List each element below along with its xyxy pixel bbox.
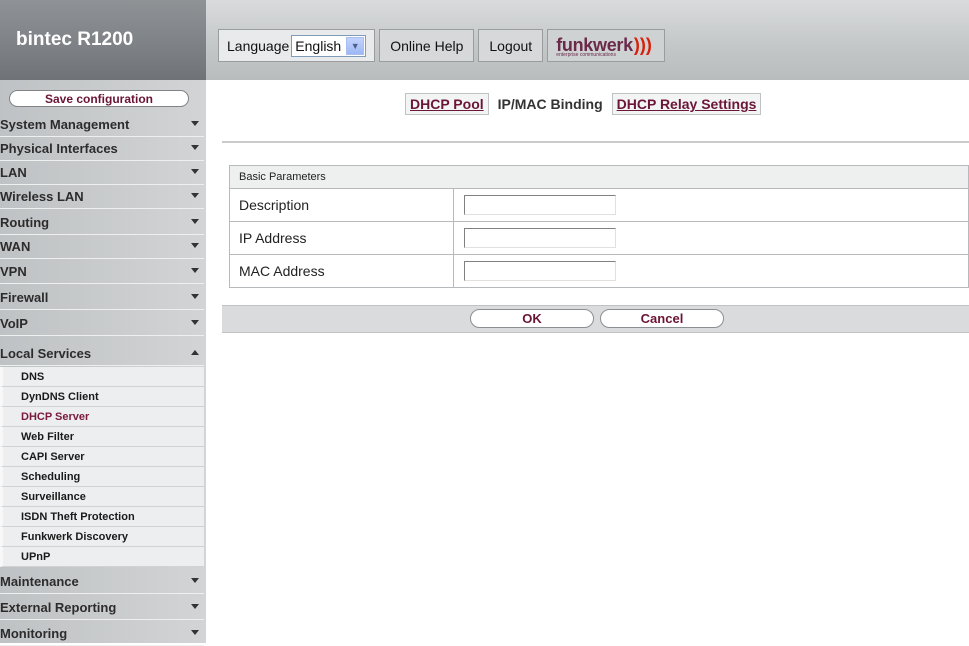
chevron-down-icon xyxy=(191,145,199,150)
save-configuration-button[interactable]: Save configuration xyxy=(9,90,189,107)
language-select[interactable]: English ▼ xyxy=(291,34,367,57)
ip-address-input[interactable] xyxy=(464,228,616,248)
menu-label: External Reporting xyxy=(0,600,117,615)
menu-voip[interactable]: VoIP xyxy=(0,312,204,336)
submenu-dhcp-server[interactable]: DHCP Server xyxy=(0,407,204,427)
chevron-down-icon xyxy=(191,630,199,635)
menu-system-management[interactable]: System Management xyxy=(0,113,204,137)
chevron-down-icon xyxy=(191,193,199,198)
online-help-label: Online Help xyxy=(390,37,464,54)
section-title: Basic Parameters xyxy=(230,166,968,189)
menu-label: Physical Interfaces xyxy=(0,141,118,156)
header: bintec R1200 Language English ▼ Online H… xyxy=(0,0,969,80)
logout-link[interactable]: Logout xyxy=(478,29,544,62)
submenu-surveillance[interactable]: Surveillance xyxy=(0,487,204,507)
language-label: Language xyxy=(227,37,290,54)
language-value: English xyxy=(295,37,342,54)
chevron-down-icon xyxy=(191,294,199,299)
submenu-upnp[interactable]: UPnP xyxy=(0,547,204,567)
menu-external-reporting[interactable]: External Reporting xyxy=(0,596,204,620)
logout-label: Logout xyxy=(489,37,533,54)
language-box: Language English ▼ xyxy=(218,29,376,62)
menu-wan[interactable]: WAN xyxy=(0,235,204,259)
menu-label: VoIP xyxy=(0,316,28,331)
tab-dhcp-pool[interactable]: DHCP Pool xyxy=(405,93,489,115)
submenu-dns[interactable]: DNS xyxy=(0,367,204,387)
basic-parameters-table: Basic Parameters Description IP Address … xyxy=(229,165,969,288)
menu-vpn[interactable]: VPN xyxy=(0,260,204,284)
submenu-web-filter[interactable]: Web Filter xyxy=(0,427,204,447)
menu-local-services[interactable]: Local Services xyxy=(0,342,204,366)
menu-label: VPN xyxy=(0,264,27,279)
header-bar: Language English ▼ Online Help Logout fu… xyxy=(218,29,665,62)
chevron-down-icon xyxy=(191,243,199,248)
menu-label: System Management xyxy=(0,117,130,132)
menu-wireless-lan[interactable]: Wireless LAN xyxy=(0,185,204,209)
menu-maintenance[interactable]: Maintenance xyxy=(0,570,204,594)
submenu-isdn-theft-protection[interactable]: ISDN Theft Protection xyxy=(0,507,204,527)
menu-label: Maintenance xyxy=(0,574,79,589)
submenu-funkwerk-discovery[interactable]: Funkwerk Discovery xyxy=(0,527,204,547)
menu-label: Wireless LAN xyxy=(0,189,84,204)
mac-address-input[interactable] xyxy=(464,261,616,281)
field-label: Description xyxy=(230,189,454,221)
menu-label: Local Services xyxy=(0,346,92,361)
chevron-down-icon[interactable]: ▼ xyxy=(346,36,365,55)
logo-waves-icon: ))) xyxy=(633,35,652,55)
field-label: MAC Address xyxy=(230,255,454,287)
brand-panel: bintec R1200 xyxy=(0,0,206,80)
tab-bar: DHCP Pool IP/MAC Binding DHCP Relay Sett… xyxy=(405,92,765,116)
brand-title: bintec R1200 xyxy=(16,29,134,50)
field-value-cell xyxy=(454,255,968,287)
chevron-up-icon xyxy=(191,350,199,355)
menu-label: Routing xyxy=(0,215,50,230)
menu-label: Monitoring xyxy=(0,626,68,641)
chevron-down-icon xyxy=(191,578,199,583)
field-label: IP Address xyxy=(230,222,454,254)
cancel-button[interactable]: Cancel xyxy=(600,309,724,328)
menu-monitoring[interactable]: Monitoring xyxy=(0,622,204,646)
form-row: IP Address xyxy=(230,222,968,255)
menu-label: WAN xyxy=(0,239,31,254)
chevron-down-icon xyxy=(191,121,199,126)
chevron-down-icon xyxy=(191,219,199,224)
menu-routing[interactable]: Routing xyxy=(0,211,204,235)
field-value-cell xyxy=(454,222,968,254)
menu-firewall[interactable]: Firewall xyxy=(0,286,204,310)
form-row: Description xyxy=(230,189,968,222)
field-value-cell xyxy=(454,189,968,221)
chevron-down-icon xyxy=(191,320,199,325)
chevron-down-icon xyxy=(191,169,199,174)
description-input[interactable] xyxy=(464,195,616,215)
tab-dhcp-relay-settings[interactable]: DHCP Relay Settings xyxy=(611,93,762,115)
ok-button[interactable]: OK xyxy=(470,309,594,328)
menu-lan[interactable]: LAN xyxy=(0,161,204,185)
menu-label: Firewall xyxy=(0,290,49,305)
button-bar: OK Cancel xyxy=(222,305,969,333)
form-row: MAC Address xyxy=(230,255,968,287)
chevron-down-icon xyxy=(191,268,199,273)
sidebar: Save configuration System Management Phy… xyxy=(0,80,206,646)
submenu-scheduling[interactable]: Scheduling xyxy=(0,467,204,487)
submenu-capi-server[interactable]: CAPI Server xyxy=(0,447,204,467)
divider xyxy=(222,141,969,143)
logo-subtext: enterprise communications xyxy=(556,52,616,58)
tab-ip-mac-binding[interactable]: IP/MAC Binding xyxy=(493,93,608,115)
submenu-dyndns-client[interactable]: DynDNS Client xyxy=(0,387,204,407)
online-help-link[interactable]: Online Help xyxy=(379,29,475,62)
funkwerk-logo: funkwerk ))) enterprise communications xyxy=(547,29,665,62)
chevron-down-icon xyxy=(191,604,199,609)
menu-physical-interfaces[interactable]: Physical Interfaces xyxy=(0,137,204,161)
menu-label: LAN xyxy=(0,165,27,180)
